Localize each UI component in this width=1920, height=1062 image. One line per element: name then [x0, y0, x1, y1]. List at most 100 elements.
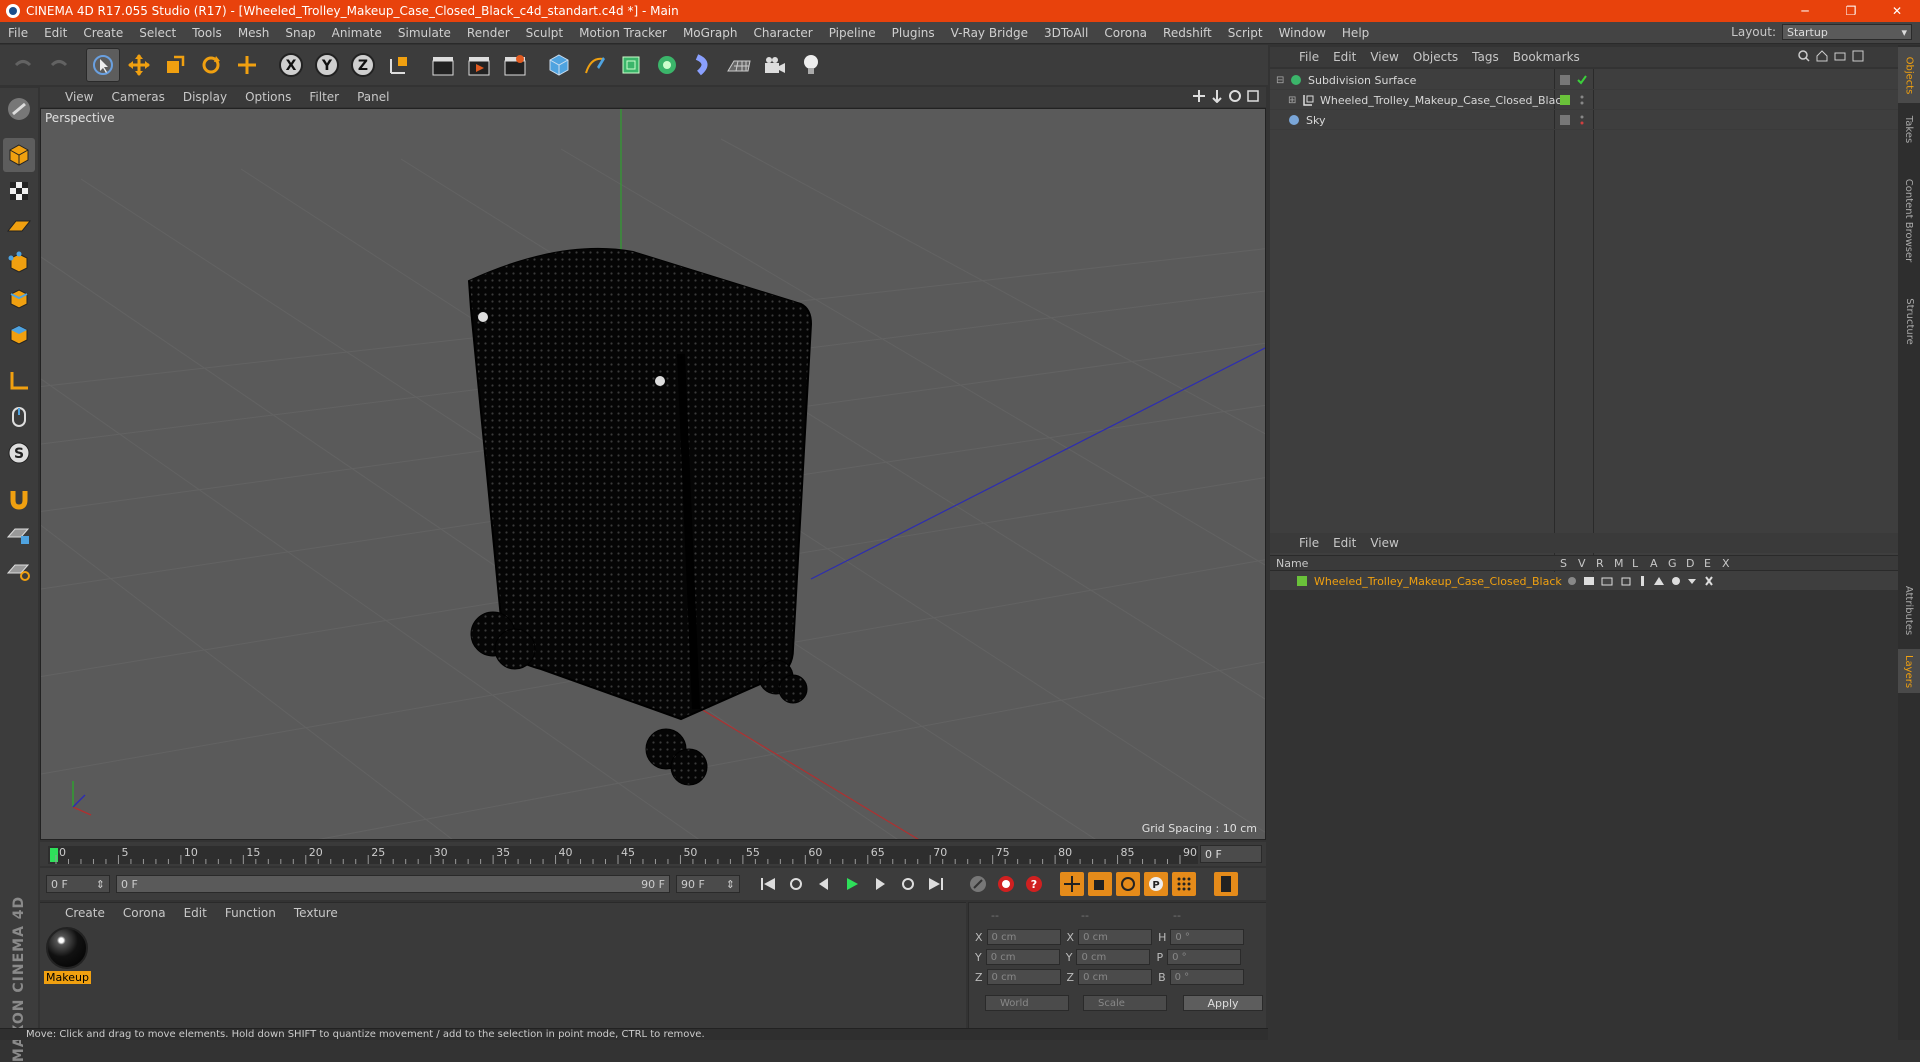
- menu-motion-tracker[interactable]: Motion Tracker: [571, 26, 675, 40]
- home-icon[interactable]: [1816, 50, 1828, 62]
- material-menu-edit[interactable]: Edit: [175, 906, 216, 920]
- key-position-button[interactable]: [1060, 872, 1084, 896]
- close-button[interactable]: ✕: [1874, 0, 1920, 22]
- move-tool-button[interactable]: [122, 48, 156, 82]
- menu-snap[interactable]: Snap: [277, 26, 323, 40]
- menu-mesh[interactable]: Mesh: [230, 26, 278, 40]
- y-axis-lock-button[interactable]: Y: [310, 48, 344, 82]
- viewport-menu-options[interactable]: Options: [236, 90, 300, 104]
- polygons-mode-button[interactable]: [3, 318, 35, 352]
- menu-sculpt[interactable]: Sculpt: [518, 26, 571, 40]
- menu-tools[interactable]: Tools: [184, 26, 230, 40]
- points-mode-button[interactable]: [3, 246, 35, 280]
- minimize-button[interactable]: ─: [1782, 0, 1828, 22]
- object-row-trolley-case[interactable]: ⊞ Wheeled_Trolley_Makeup_Case_Closed_Bla…: [1270, 91, 1898, 110]
- camera-button[interactable]: [758, 48, 792, 82]
- menu-vray-bridge[interactable]: V-Ray Bridge: [943, 26, 1036, 40]
- object-row-sky[interactable]: Sky: [1270, 111, 1898, 130]
- deformer-button[interactable]: [686, 48, 720, 82]
- restore-button[interactable]: ❐: [1828, 0, 1874, 22]
- record-keys-button[interactable]: [966, 872, 990, 896]
- transform-tool-button[interactable]: [230, 48, 264, 82]
- object-row-subdivision-surface[interactable]: ⊟ Subdivision Surface: [1270, 71, 1898, 90]
- floor-button[interactable]: [722, 48, 756, 82]
- timeline-ruler[interactable]: 0 5 10 15 20 25 30 35 40 45 50 55 60 65 70 75 80 85 90 0 F: [40, 842, 1266, 866]
- workplane-mode-button[interactable]: [3, 210, 35, 244]
- cloner-button[interactable]: [650, 48, 684, 82]
- search-icon[interactable]: [1798, 50, 1810, 62]
- menu-edit[interactable]: Edit: [36, 26, 75, 40]
- expand-icon[interactable]: [1852, 50, 1864, 62]
- rot-h-field[interactable]: 0 °: [1170, 929, 1245, 945]
- tab-objects[interactable]: Objects: [1898, 47, 1920, 103]
- magnet-button[interactable]: [3, 482, 35, 516]
- undo-button[interactable]: [6, 48, 40, 82]
- frame-range-slider[interactable]: 0 F 90 F: [116, 875, 670, 893]
- light-button[interactable]: [794, 48, 828, 82]
- redo-button[interactable]: [42, 48, 76, 82]
- next-frame-button[interactable]: [868, 872, 892, 896]
- rot-p-field[interactable]: 0 °: [1167, 949, 1242, 965]
- z-axis-lock-button[interactable]: Z: [346, 48, 380, 82]
- objects-menu-edit[interactable]: Edit: [1326, 50, 1363, 64]
- viewport-menu-view[interactable]: View: [56, 90, 102, 104]
- menu-animate[interactable]: Animate: [324, 26, 390, 40]
- playhead-marker[interactable]: [50, 848, 58, 862]
- model-mode-button[interactable]: [3, 138, 35, 172]
- goto-end-button[interactable]: [924, 872, 948, 896]
- start-frame-field[interactable]: 0 F ⇕: [46, 875, 110, 893]
- key-rotation-button[interactable]: [1116, 872, 1140, 896]
- layer-color-swatch[interactable]: [1296, 575, 1308, 587]
- goto-start-button[interactable]: [756, 872, 780, 896]
- objects-menu-objects[interactable]: Objects: [1406, 50, 1465, 64]
- menu-corona[interactable]: Corona: [1096, 26, 1155, 40]
- material-menu-texture[interactable]: Texture: [285, 906, 347, 920]
- size-x-field[interactable]: 0 cm: [1078, 929, 1153, 945]
- render-settings-button[interactable]: [498, 48, 532, 82]
- snapping-button[interactable]: S: [3, 436, 35, 470]
- layers-menu-view[interactable]: View: [1363, 536, 1405, 550]
- menu-character[interactable]: Character: [745, 26, 820, 40]
- apply-button[interactable]: Apply: [1183, 995, 1263, 1011]
- visibility-dots-icon[interactable]: [1578, 114, 1586, 126]
- menu-create[interactable]: Create: [75, 26, 131, 40]
- pos-x-field[interactable]: 0 cm: [986, 929, 1061, 945]
- menu-window[interactable]: Window: [1271, 26, 1334, 40]
- render-view-button[interactable]: [426, 48, 460, 82]
- menu-redshift[interactable]: Redshift: [1155, 26, 1220, 40]
- layers-menu-edit[interactable]: Edit: [1326, 536, 1363, 550]
- axis-mode-button[interactable]: [3, 364, 35, 398]
- live-selection-button[interactable]: [86, 48, 120, 82]
- autokey-button[interactable]: [994, 872, 1018, 896]
- enabled-check-icon[interactable]: [1576, 74, 1588, 86]
- visibility-dots-icon[interactable]: [1578, 94, 1586, 106]
- size-y-field[interactable]: 0 cm: [1076, 949, 1151, 965]
- end-frame-field[interactable]: 90 F ⇕: [676, 875, 740, 893]
- key-parameter-button[interactable]: P: [1144, 872, 1168, 896]
- size-mode-dropdown[interactable]: Scale: [1083, 995, 1167, 1011]
- objects-menu-bookmarks[interactable]: Bookmarks: [1506, 50, 1587, 64]
- key-scale-button[interactable]: [1088, 872, 1112, 896]
- lock-workplane-button[interactable]: [3, 518, 35, 552]
- timeline-window-button[interactable]: [1214, 872, 1238, 896]
- layout-dropdown[interactable]: Startup ▾: [1782, 24, 1912, 40]
- key-pla-button[interactable]: [1172, 872, 1196, 896]
- viewport-menu-filter[interactable]: Filter: [300, 90, 348, 104]
- objects-menu-file[interactable]: File: [1292, 50, 1326, 64]
- new-view-icon[interactable]: [1834, 50, 1846, 62]
- layer-color-icon[interactable]: [1559, 94, 1571, 106]
- coordinate-space-dropdown[interactable]: World: [985, 995, 1069, 1011]
- collapse-toggle-icon[interactable]: ⊟: [1276, 75, 1286, 86]
- planar-workplane-button[interactable]: [3, 554, 35, 588]
- maximize-view-icon[interactable]: [1246, 89, 1260, 103]
- viewport-menu-cameras[interactable]: Cameras: [102, 90, 173, 104]
- spline-pen-button[interactable]: [578, 48, 612, 82]
- prev-frame-button[interactable]: [812, 872, 836, 896]
- coordinate-system-button[interactable]: [382, 48, 416, 82]
- pan-icon[interactable]: [1192, 89, 1206, 103]
- edges-mode-button[interactable]: [3, 282, 35, 316]
- material-menu-corona[interactable]: Corona: [114, 906, 175, 920]
- pos-z-field[interactable]: 0 cm: [986, 969, 1061, 985]
- pos-y-field[interactable]: 0 cm: [985, 949, 1060, 965]
- menu-mograph[interactable]: MoGraph: [675, 26, 746, 40]
